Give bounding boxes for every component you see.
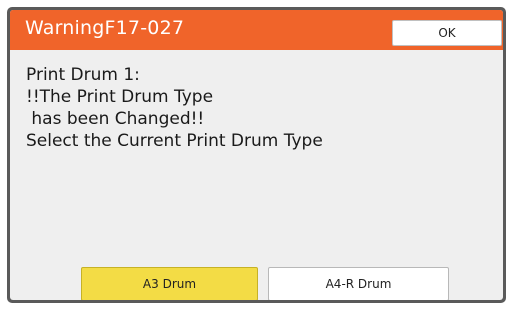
message-line: Print Drum 1: xyxy=(26,65,140,85)
a4-r-drum-button[interactable]: A4-R Drum xyxy=(268,267,449,300)
message-line: has been Changed!! xyxy=(26,109,205,129)
ok-button[interactable]: OK xyxy=(392,20,502,46)
title-bar: WarningF17-027 OK xyxy=(10,10,503,50)
dialog-title: WarningF17-027 xyxy=(25,17,185,39)
message-line: !!The Print Drum Type xyxy=(26,87,214,107)
message-line: Select the Current Print Drum Type xyxy=(26,131,323,151)
warning-message: Print Drum 1: !!The Print Drum Type has … xyxy=(26,64,491,152)
dialog-frame: WarningF17-027 OK Print Drum 1: !!The Pr… xyxy=(7,7,506,303)
warning-dialog: WarningF17-027 OK Print Drum 1: !!The Pr… xyxy=(10,10,503,300)
a3-drum-button[interactable]: A3 Drum xyxy=(81,267,258,300)
